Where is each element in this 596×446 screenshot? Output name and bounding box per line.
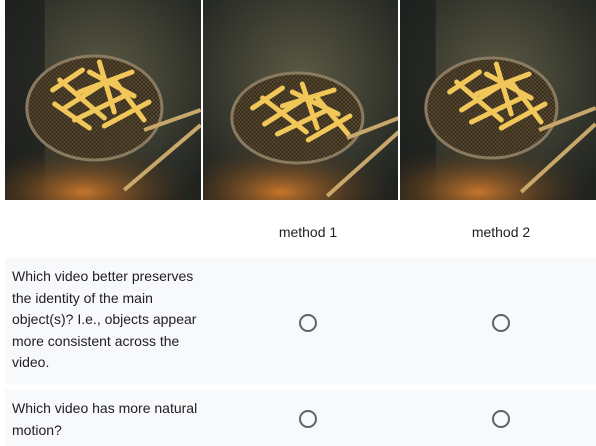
radio-motion-method-2[interactable] [492,410,510,428]
radio-motion-method-1[interactable] [299,410,317,428]
column-header-row: method 1 method 2 [0,218,596,248]
question-row-motion: Which video has more natural motion? [5,390,596,446]
column-label-method-2: method 2 [471,224,531,240]
video-frame-2 [202,0,399,200]
video-frames-strip [5,0,596,200]
radio-identity-method-2[interactable] [492,314,510,332]
question-text-identity: Which video better preserves the identit… [12,268,197,370]
question-text-motion: Which video has more natural motion? [12,400,198,438]
column-label-method-1: method 1 [278,224,338,240]
video-frame-3 [400,0,596,200]
video-frame-1 [5,0,201,200]
question-row-identity: Which video better preserves the identit… [5,258,596,384]
radio-identity-method-1[interactable] [299,314,317,332]
